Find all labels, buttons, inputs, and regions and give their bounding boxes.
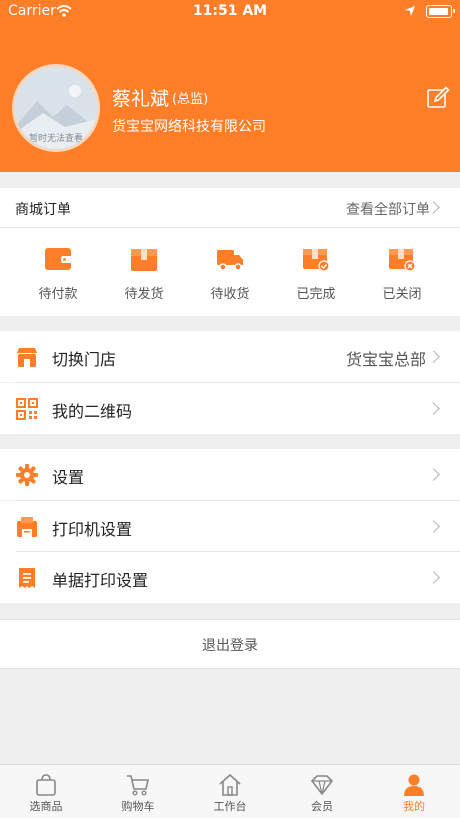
chevron-right-icon (427, 468, 440, 481)
qrcode-icon (16, 398, 38, 420)
order-item-label: 已完成 (296, 287, 336, 302)
store-icon (17, 348, 37, 367)
battery-icon (426, 5, 455, 18)
location-icon (405, 6, 415, 16)
order-item-label: 待收货 (210, 287, 250, 302)
home-icon (219, 773, 241, 796)
box-close-icon (389, 249, 416, 272)
order-pending-receipt[interactable]: 待收货 (190, 228, 270, 316)
chevron-right-icon (427, 520, 440, 533)
my-qrcode-row[interactable]: 我的二维码 (0, 383, 460, 434)
box-icon (131, 249, 157, 271)
diamond-icon (310, 775, 334, 796)
order-item-label: 待付款 (38, 287, 78, 302)
tab-label: 我的 (403, 800, 425, 813)
order-pending-shipment[interactable]: 待发货 (104, 228, 184, 316)
menu-item-label: 切换门店 (52, 350, 117, 369)
view-all-orders-link[interactable]: 查看全部订单 (346, 199, 430, 219)
order-completed[interactable]: 已完成 (276, 228, 356, 316)
user-name: 蔡礼斌 (112, 88, 170, 110)
status-time: 11:51 AM (192, 3, 268, 19)
tab-workbench[interactable]: 工作台 (184, 765, 276, 818)
tab-mine[interactable]: 我的 (368, 765, 460, 818)
cart-icon (127, 775, 149, 796)
chevron-right-icon (427, 350, 440, 363)
edit-icon[interactable] (426, 86, 450, 110)
tab-label: 选商品 (29, 800, 63, 813)
tab-label: 会员 (311, 800, 333, 813)
current-store-value: 货宝宝总部 (345, 350, 426, 369)
wallet-icon (45, 248, 72, 270)
box-check-icon (303, 249, 330, 272)
order-item-label: 已关闭 (382, 287, 422, 302)
menu-item-label: 我的二维码 (52, 402, 133, 421)
user-role: (总监) (172, 92, 209, 107)
receipt-print-settings-row[interactable]: 单据打印设置 (0, 552, 460, 603)
status-bar: Carrier 11:51 AM (0, 0, 460, 24)
menu-item-label: 单据打印设置 (52, 571, 149, 590)
logout-label: 退出登录 (202, 638, 258, 654)
logout-button[interactable]: 退出登录 (0, 619, 460, 669)
tab-members[interactable]: 会员 (276, 765, 368, 818)
settings-row[interactable]: 设置 (0, 449, 460, 500)
bag-icon (36, 774, 56, 796)
profile-header: Carrier 11:51 AM 暂时无法查看 蔡礼斌 (总监) 货宝宝网络科技… (0, 0, 460, 172)
company-name: 货宝宝网络科技有限公司 (112, 119, 266, 135)
order-item-label: 待发货 (124, 287, 164, 302)
tab-label: 购物车 (121, 800, 155, 813)
chevron-right-icon (427, 571, 440, 584)
tab-cart[interactable]: 购物车 (92, 765, 184, 818)
orders-header[interactable]: 商城订单 查看全部订单 (0, 188, 460, 228)
gear-icon (16, 464, 38, 486)
tab-bar: 选商品 购物车 工作台 会员 我的 (0, 764, 460, 818)
chevron-right-icon (427, 402, 440, 415)
avatar-placeholder-text: 暂时无法查看 (28, 134, 83, 144)
person-icon (404, 774, 424, 796)
truck-icon (217, 250, 243, 271)
tab-select-products[interactable]: 选商品 (0, 765, 92, 818)
printer-icon (17, 517, 37, 537)
printer-settings-row[interactable]: 打印机设置 (0, 501, 460, 552)
order-closed[interactable]: 已关闭 (362, 228, 442, 316)
order-status-bar: 待付款 待发货 待收货 已完成 已关闭 (0, 228, 460, 316)
menu-item-label: 设置 (52, 468, 85, 487)
orders-title: 商城订单 (15, 202, 71, 218)
tab-label: 工作台 (213, 800, 247, 813)
order-pending-payment[interactable]: 待付款 (18, 228, 98, 316)
menu-item-label: 打印机设置 (52, 520, 133, 539)
avatar[interactable]: 暂时无法查看 (12, 64, 100, 152)
switch-store-row[interactable]: 切换门店 货宝宝总部 (0, 331, 460, 382)
receipt-icon (19, 568, 35, 588)
